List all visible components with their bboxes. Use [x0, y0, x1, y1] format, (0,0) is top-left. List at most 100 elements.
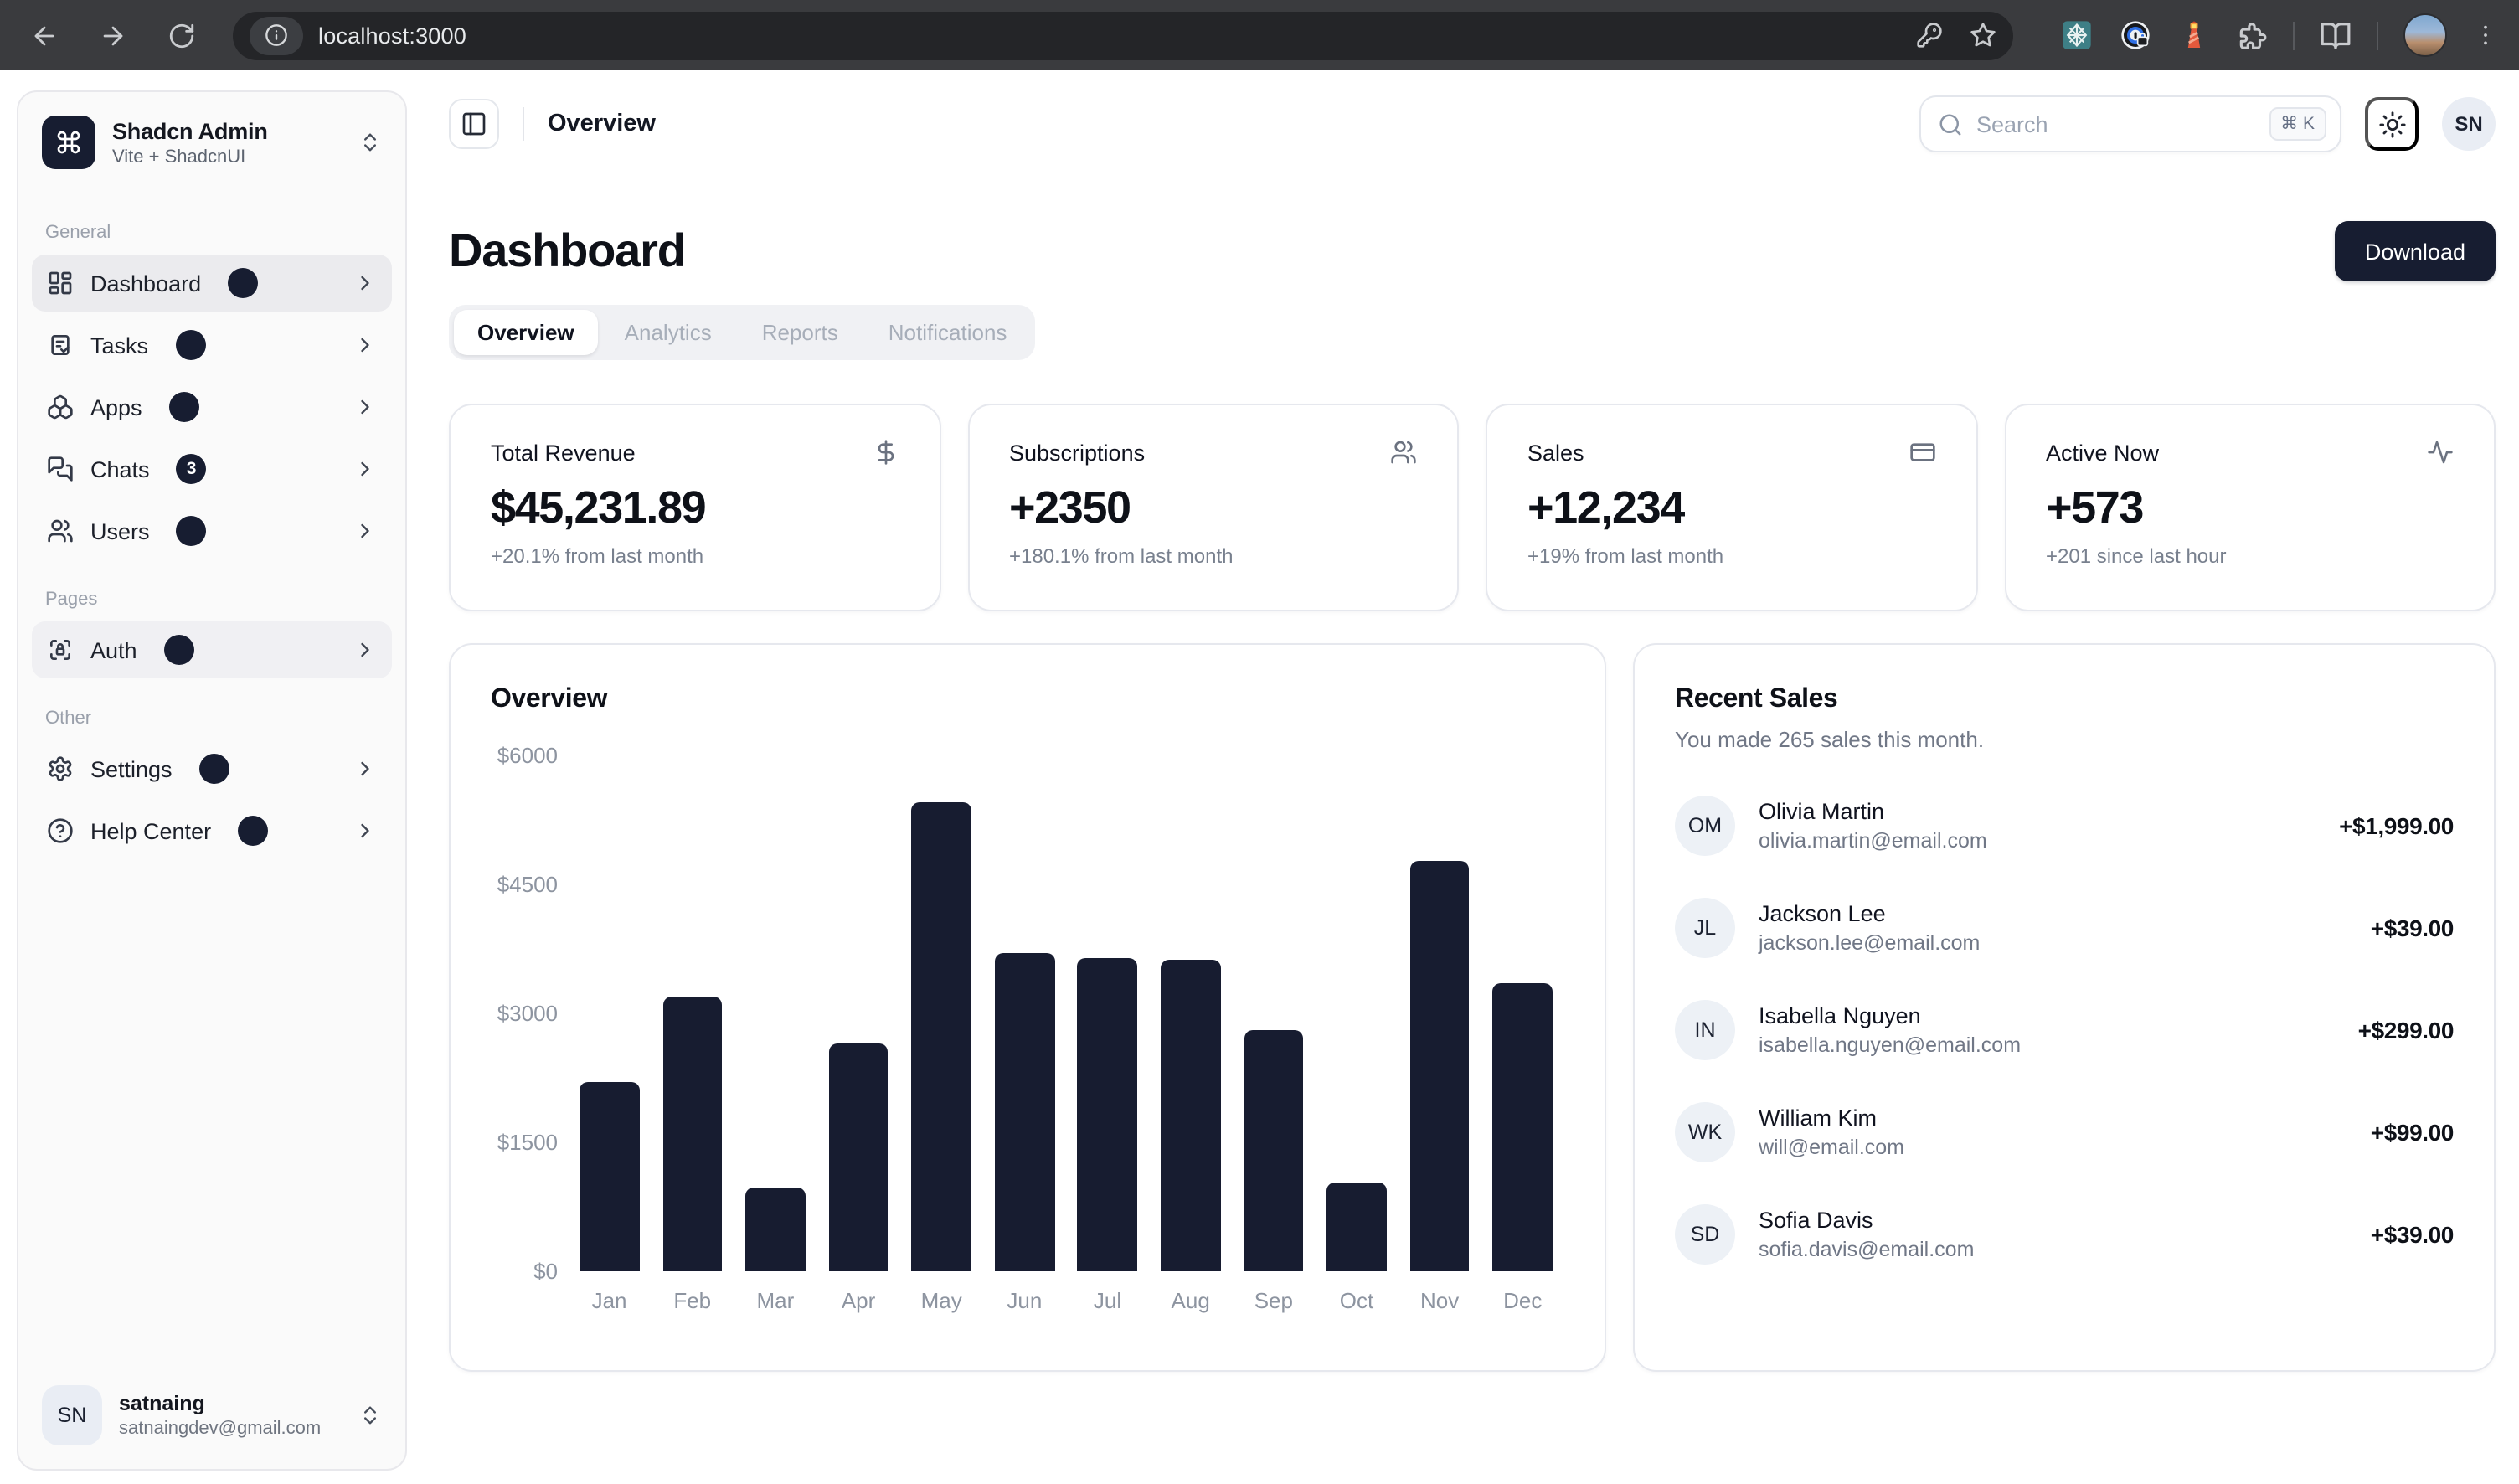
- bar-column-feb: [651, 755, 734, 1271]
- stat-value: +12,234: [1527, 482, 1935, 534]
- recent-sale-isabella-nguyen: IN Isabella Nguyen isabella.nguyen@email…: [1675, 1000, 2454, 1060]
- bar-feb[interactable]: [662, 996, 722, 1271]
- x-tick-aug: Aug: [1149, 1288, 1232, 1313]
- sale-name: William Kim: [1759, 1105, 1904, 1131]
- bar-apr[interactable]: [828, 1043, 888, 1271]
- sidebar-item-tasks[interactable]: Tasks: [32, 317, 392, 374]
- x-tick-nov: Nov: [1399, 1288, 1481, 1313]
- bar-column-apr: [816, 755, 899, 1271]
- chart-x-axis: JanFebMarAprMayJunJulAugSepOctNovDec: [568, 1271, 1564, 1313]
- activity-icon: [2427, 439, 2454, 466]
- bar-nov[interactable]: [1409, 860, 1469, 1271]
- browser-profile-avatar[interactable]: [2403, 13, 2447, 57]
- bar-jan[interactable]: [580, 1082, 639, 1271]
- download-button[interactable]: Download: [2335, 221, 2496, 281]
- tabs-list: OverviewAnalyticsReportsNotifications: [449, 305, 1035, 360]
- screen: localhost:3000: [0, 0, 2519, 1484]
- url-text[interactable]: localhost:3000: [318, 23, 1916, 48]
- recent-sale-jackson-lee: JL Jackson Lee jackson.lee@email.com +$3…: [1675, 898, 2454, 958]
- sidebar: Shadcn Admin Vite + ShadcnUI General Das…: [17, 90, 407, 1471]
- search-input[interactable]: [1963, 111, 2269, 137]
- stat-title: Sales: [1527, 440, 1584, 465]
- search-box[interactable]: ⌘ K: [1919, 95, 2341, 152]
- x-tick-jul: Jul: [1066, 1288, 1149, 1313]
- extensions-puzzle-icon[interactable]: [2236, 19, 2268, 51]
- reading-list-book-icon[interactable]: [2320, 19, 2352, 51]
- sidebar-section-label-other: Other: [32, 709, 392, 729]
- overview-chart-card: Overview $0$1500$3000$4500$6000 JanFebMa…: [449, 643, 1606, 1372]
- bar-jun[interactable]: [995, 953, 1054, 1271]
- sale-name: Sofia Davis: [1759, 1208, 1974, 1233]
- breadcrumb: Overview: [548, 111, 656, 137]
- sidebar-user-menu[interactable]: SN satnaing satnaingdev@gmail.com: [32, 1375, 392, 1456]
- password-manager-extension-icon[interactable]: [2119, 18, 2152, 52]
- browser-menu-dots-icon[interactable]: [2472, 22, 2499, 49]
- bar-dec[interactable]: [1493, 983, 1553, 1271]
- sidebar-item-label: Users: [90, 518, 150, 544]
- bar-may[interactable]: [912, 802, 971, 1271]
- sidebar-item-badge: 3: [177, 454, 207, 484]
- sale-avatar: IN: [1675, 1000, 1735, 1060]
- sale-avatar: OM: [1675, 796, 1735, 856]
- recent-sale-olivia-martin: OM Olivia Martin olivia.martin@email.com…: [1675, 796, 2454, 856]
- panel-left-icon: [461, 111, 487, 137]
- recent-sales-list: OM Olivia Martin olivia.martin@email.com…: [1675, 796, 2454, 1265]
- stat-title: Active Now: [2046, 440, 2159, 465]
- sale-avatar: JL: [1675, 898, 1735, 958]
- theme-toggle-button[interactable]: [2365, 97, 2419, 151]
- stat-title: Total Revenue: [491, 440, 636, 465]
- bar-oct[interactable]: [1326, 1183, 1386, 1271]
- profile-avatar[interactable]: SN: [2442, 97, 2496, 151]
- sidebar-item-apps[interactable]: Apps: [32, 379, 392, 435]
- sun-icon: [2377, 110, 2406, 138]
- bar-column-sep: [1232, 755, 1315, 1271]
- tab-notifications[interactable]: Notifications: [865, 310, 1031, 355]
- tab-overview[interactable]: Overview: [454, 310, 598, 355]
- site-info-button[interactable]: [250, 16, 303, 54]
- header-divider: [523, 107, 524, 141]
- tab-analytics[interactable]: Analytics: [601, 310, 735, 355]
- lighthouse-extension-icon[interactable]: [2177, 18, 2211, 52]
- recent-sales-subtitle: You made 265 sales this month.: [1675, 727, 2454, 752]
- sale-email: jackson.lee@email.com: [1759, 931, 1980, 955]
- browser-reload-button[interactable]: [167, 21, 196, 49]
- x-tick-jan: Jan: [568, 1288, 651, 1313]
- sidebar-item-chats[interactable]: Chats 3: [32, 441, 392, 497]
- sale-avatar: SD: [1675, 1204, 1735, 1265]
- sale-amount: +$39.00: [2371, 1221, 2454, 1248]
- sale-amount: +$39.00: [2371, 915, 2454, 941]
- bar-column-jul: [1066, 755, 1149, 1271]
- tab-reports[interactable]: Reports: [739, 310, 862, 355]
- stat-value: +573: [2046, 482, 2454, 534]
- teal-extension-icon[interactable]: [2060, 18, 2094, 52]
- command-icon: [55, 129, 82, 156]
- bar-aug[interactable]: [1161, 960, 1220, 1271]
- workspace-switcher[interactable]: Shadcn Admin Vite + ShadcnUI: [32, 106, 392, 179]
- sidebar-item-auth[interactable]: Auth: [32, 621, 392, 678]
- bar-jul[interactable]: [1078, 957, 1137, 1271]
- browser-back-button[interactable]: [30, 21, 59, 49]
- sidebar-item-help-center[interactable]: Help Center: [32, 802, 392, 859]
- sidebar-item-settings[interactable]: Settings: [32, 740, 392, 797]
- browser-forward-button[interactable]: [99, 21, 127, 49]
- sidebar-item-label: Chats: [90, 456, 150, 482]
- bookmark-star-icon[interactable]: [1970, 22, 1996, 49]
- page-title: Dashboard: [449, 224, 685, 278]
- app-root: Shadcn Admin Vite + ShadcnUI General Das…: [0, 70, 2519, 1484]
- sidebar-item-badge: [169, 392, 199, 422]
- sale-amount: +$99.00: [2371, 1119, 2454, 1146]
- sidebar-toggle-button[interactable]: [449, 99, 499, 149]
- bar-sep[interactable]: [1244, 1031, 1303, 1271]
- toolbar-divider: [2293, 21, 2295, 49]
- sidebar-item-users[interactable]: Users: [32, 502, 392, 559]
- sidebar-item-dashboard[interactable]: Dashboard: [32, 255, 392, 312]
- bar-column-may: [900, 755, 983, 1271]
- bar-column-aug: [1149, 755, 1232, 1271]
- chevron-right-icon: [353, 819, 377, 842]
- password-key-icon[interactable]: [1916, 22, 1943, 49]
- auth-icon: [47, 636, 74, 663]
- bar-mar[interactable]: [745, 1187, 805, 1271]
- sale-name: Jackson Lee: [1759, 901, 1980, 926]
- search-shortcut-kbd: ⌘ K: [2269, 107, 2326, 141]
- address-bar[interactable]: localhost:3000: [233, 11, 2013, 59]
